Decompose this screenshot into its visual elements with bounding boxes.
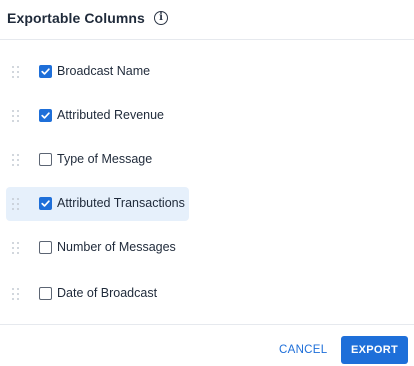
- column-row-number-of-messages[interactable]: Number of Messages: [6, 231, 189, 265]
- checkmark-icon: [41, 200, 50, 207]
- drag-handle-icon[interactable]: [12, 288, 20, 300]
- drag-handle-icon[interactable]: [12, 110, 20, 122]
- dialog-footer: CANCEL EXPORT: [0, 324, 414, 366]
- cancel-button[interactable]: CANCEL: [271, 336, 335, 364]
- checkbox-unchecked[interactable]: [39, 241, 52, 254]
- dialog-header: Exportable Columns i: [0, 0, 414, 40]
- column-row-broadcast-name[interactable]: Broadcast Name: [6, 55, 189, 89]
- drag-handle-icon[interactable]: [12, 66, 20, 78]
- column-label: Attributed Transactions: [57, 196, 185, 210]
- export-columns-dialog: Exportable Columns i Broadcast Name Attr…: [0, 0, 414, 366]
- column-label: Attributed Revenue: [57, 108, 165, 122]
- checkmark-icon: [41, 68, 50, 75]
- checkbox-unchecked[interactable]: [39, 287, 52, 300]
- drag-handle-icon[interactable]: [12, 242, 20, 254]
- checkbox-unchecked[interactable]: [39, 153, 52, 166]
- column-row-attributed-transactions[interactable]: Attributed Transactions: [6, 187, 189, 221]
- column-row-type-of-message[interactable]: Type of Message: [6, 143, 189, 177]
- checkmark-icon: [41, 112, 50, 119]
- drag-handle-icon[interactable]: [12, 198, 20, 210]
- dialog-title: Exportable Columns: [7, 10, 145, 26]
- drag-handle-icon[interactable]: [12, 154, 20, 166]
- export-button[interactable]: EXPORT: [341, 336, 408, 364]
- column-label: Date of Broadcast: [57, 286, 158, 300]
- column-row-date-of-broadcast[interactable]: Date of Broadcast: [6, 277, 189, 311]
- column-label: Type of Message: [57, 152, 153, 166]
- checkbox-checked[interactable]: [39, 65, 52, 78]
- info-icon[interactable]: i: [154, 11, 168, 25]
- column-row-attributed-revenue[interactable]: Attributed Revenue: [6, 99, 189, 133]
- checkbox-checked[interactable]: [39, 109, 52, 122]
- column-label: Broadcast Name: [57, 64, 151, 78]
- column-label: Number of Messages: [57, 240, 176, 254]
- checkbox-checked[interactable]: [39, 197, 52, 210]
